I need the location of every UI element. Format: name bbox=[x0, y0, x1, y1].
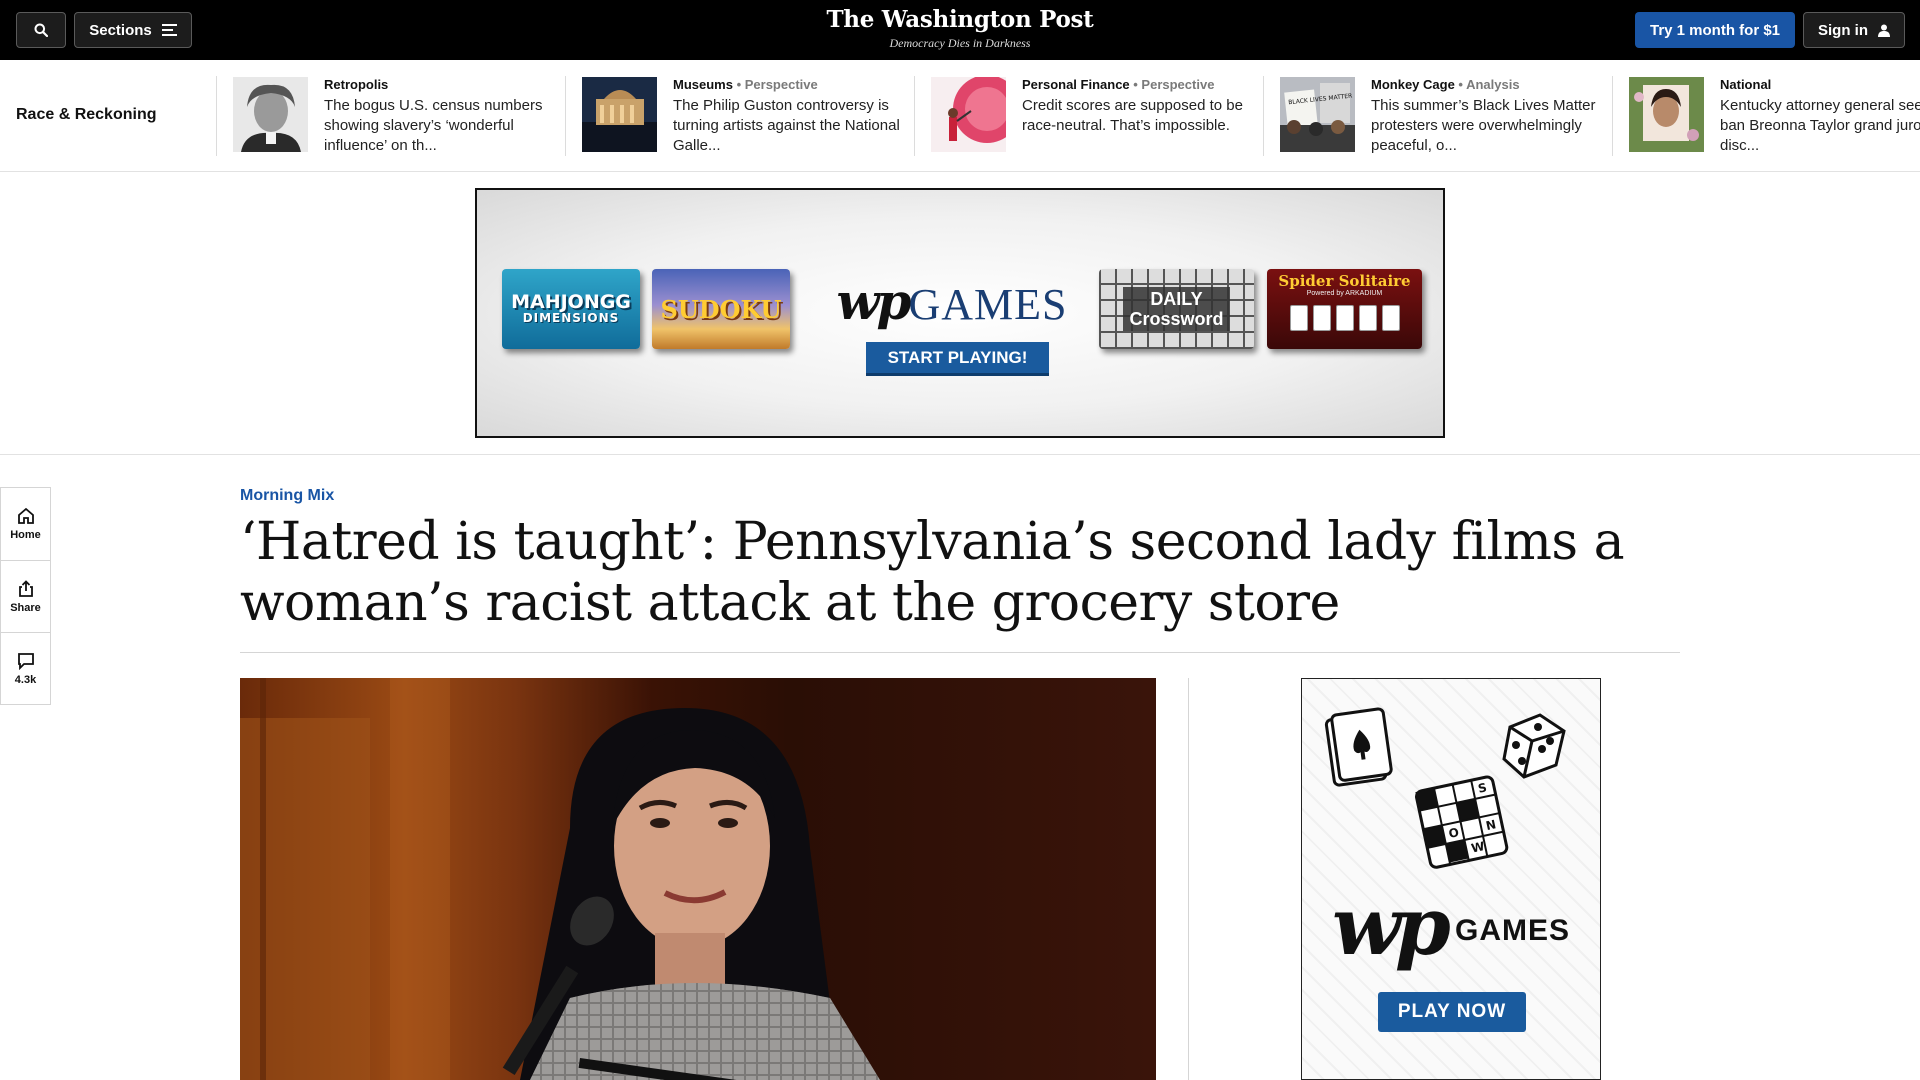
comment-icon bbox=[17, 652, 34, 670]
wp-games-side-ad[interactable]: S O N W wp GAMES PLAY NOW bbox=[1301, 678, 1601, 1080]
menu-icon bbox=[161, 24, 177, 36]
divider bbox=[1263, 76, 1264, 156]
wp-games-logo: wpGAMES bbox=[832, 272, 1072, 331]
divider bbox=[240, 652, 1680, 653]
story-headline: Kentucky attorney general seeks to ban B… bbox=[1720, 97, 1920, 154]
story-thumbnail bbox=[931, 77, 1006, 152]
crossword-title: DAILY Crossword bbox=[1123, 287, 1230, 331]
race-reckoning-strip: Race & Reckoning Retropolis The bogus U.… bbox=[0, 60, 1920, 172]
story-thumbnail bbox=[582, 77, 657, 152]
games-wordmark: GAMES bbox=[908, 280, 1068, 329]
sections-label: Sections bbox=[89, 21, 152, 39]
story-section: Monkey Cage • Analysis bbox=[1371, 77, 1520, 92]
wp-games-banner-ad[interactable]: MAHJONGG DIMENSIONS SUDOKU wpGAMES START… bbox=[475, 188, 1445, 438]
crossword-tile[interactable]: DAILY Crossword bbox=[1099, 269, 1254, 349]
top-navigation-bar: Sections The Washington Post Democracy D… bbox=[0, 0, 1920, 60]
article-title: ‘Hatred is taught’: Pennsylvania’s secon… bbox=[240, 512, 1625, 633]
story-section: Personal Finance • Perspective bbox=[1022, 77, 1215, 92]
story-headline: The Philip Guston controversy is turning… bbox=[673, 97, 900, 154]
subscribe-button[interactable]: Try 1 month for $1 bbox=[1635, 12, 1795, 48]
mahjongg-subtitle: DIMENSIONS bbox=[522, 311, 620, 325]
comments-button[interactable]: 4.3k bbox=[1, 632, 50, 704]
home-label: Home bbox=[10, 529, 41, 541]
divider bbox=[216, 76, 217, 156]
games-wordmark: GAMES bbox=[1455, 914, 1571, 947]
home-button[interactable]: Home bbox=[1, 488, 50, 560]
mahjongg-title: MAHJONGG bbox=[511, 291, 631, 313]
story-thumbnail bbox=[233, 77, 308, 152]
search-icon bbox=[34, 23, 48, 37]
sections-button[interactable]: Sections bbox=[74, 12, 192, 48]
story-headline: Credit scores are supposed to be race-ne… bbox=[1022, 97, 1243, 134]
home-icon bbox=[17, 507, 34, 524]
dice-icon bbox=[1502, 713, 1566, 779]
strip-label[interactable]: Race & Reckoning bbox=[16, 106, 156, 124]
divider bbox=[1612, 76, 1613, 156]
hero-photo bbox=[240, 678, 1156, 1080]
share-icon bbox=[18, 579, 33, 597]
logo-text: The Washington Post bbox=[826, 6, 1094, 33]
article-kicker[interactable]: Morning Mix bbox=[240, 487, 334, 505]
strip-story[interactable]: BLACK LIVES MATTER Monkey Cage • Analysi… bbox=[1280, 77, 1620, 157]
spider-solitaire-tile[interactable]: Spider Solitaire Powered by ARKADIUM bbox=[1267, 269, 1422, 349]
story-thumbnail bbox=[1629, 77, 1704, 152]
story-section: Retropolis bbox=[324, 77, 389, 92]
story-section: Museums • Perspective bbox=[673, 77, 818, 92]
signin-label: Sign in bbox=[1818, 21, 1868, 39]
story-section: National bbox=[1720, 77, 1772, 92]
tagline: Democracy Dies in Darkness bbox=[889, 36, 1031, 50]
play-now-button[interactable]: PLAY NOW bbox=[1378, 992, 1526, 1032]
wp-monogram: wp bbox=[1332, 879, 1451, 973]
signin-button[interactable]: Sign in bbox=[1803, 12, 1905, 48]
share-button[interactable]: Share bbox=[1, 560, 50, 632]
story-thumbnail: BLACK LIVES MATTER bbox=[1280, 77, 1355, 152]
column-divider bbox=[1188, 678, 1189, 1080]
crossword-icon: S O N W bbox=[1415, 775, 1509, 869]
user-icon bbox=[1878, 24, 1890, 37]
hero-photo-illustration bbox=[240, 678, 880, 1080]
games-icons: S O N W bbox=[1324, 707, 1566, 869]
wp-monogram: wp bbox=[836, 272, 911, 331]
left-action-rail: Home Share 4.3k bbox=[0, 487, 51, 705]
masthead-logo[interactable]: The Washington Post Democracy Dies in Da… bbox=[760, 6, 1160, 51]
spider-powered-by: Powered by ARKADIUM bbox=[1306, 290, 1383, 297]
story-headline: The bogus U.S. census numbers showing sl… bbox=[324, 97, 543, 154]
share-label: Share bbox=[10, 601, 41, 614]
ad-zone: MAHJONGG DIMENSIONS SUDOKU wpGAMES START… bbox=[0, 172, 1920, 455]
strip-story[interactable]: Museums • Perspective The Philip Guston … bbox=[582, 77, 922, 157]
search-button[interactable] bbox=[16, 12, 66, 48]
strip-story[interactable]: National Kentucky attorney general seeks… bbox=[1629, 77, 1920, 157]
divider bbox=[914, 76, 915, 156]
strip-story[interactable]: Personal Finance • Perspective Credit sc… bbox=[931, 77, 1271, 157]
spider-title: Spider Solitaire bbox=[1278, 272, 1411, 290]
start-playing-button[interactable]: START PLAYING! bbox=[866, 342, 1049, 376]
divider bbox=[565, 76, 566, 156]
comment-count: 4.3k bbox=[14, 673, 37, 686]
playing-card-icon bbox=[1324, 707, 1393, 787]
card-row-icon bbox=[1289, 305, 1400, 331]
sudoku-tile[interactable]: SUDOKU bbox=[652, 269, 790, 349]
strip-story[interactable]: Retropolis The bogus U.S. census numbers… bbox=[233, 77, 573, 157]
sudoku-title: SUDOKU bbox=[660, 294, 782, 324]
story-headline: This summer’s Black Lives Matter protest… bbox=[1371, 97, 1596, 154]
mahjongg-tile[interactable]: MAHJONGG DIMENSIONS bbox=[502, 269, 640, 349]
